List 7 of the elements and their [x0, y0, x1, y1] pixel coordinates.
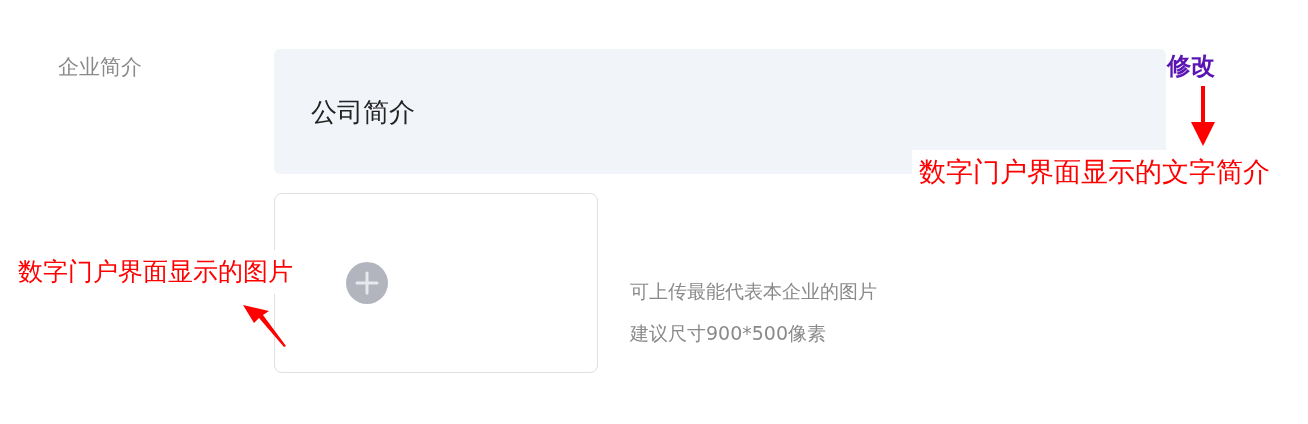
annotation-arrow — [243, 305, 287, 347]
upload-hint: 可上传最能代表本企业的图片 — [630, 279, 877, 304]
annotation-title: 修改 — [1167, 51, 1215, 82]
upload-hint: 建议尺寸900*500像素 — [630, 321, 828, 346]
annotation-arrow — [1190, 86, 1216, 146]
add-icon — [345, 261, 389, 305]
field-label: 企业简介 — [58, 54, 143, 81]
